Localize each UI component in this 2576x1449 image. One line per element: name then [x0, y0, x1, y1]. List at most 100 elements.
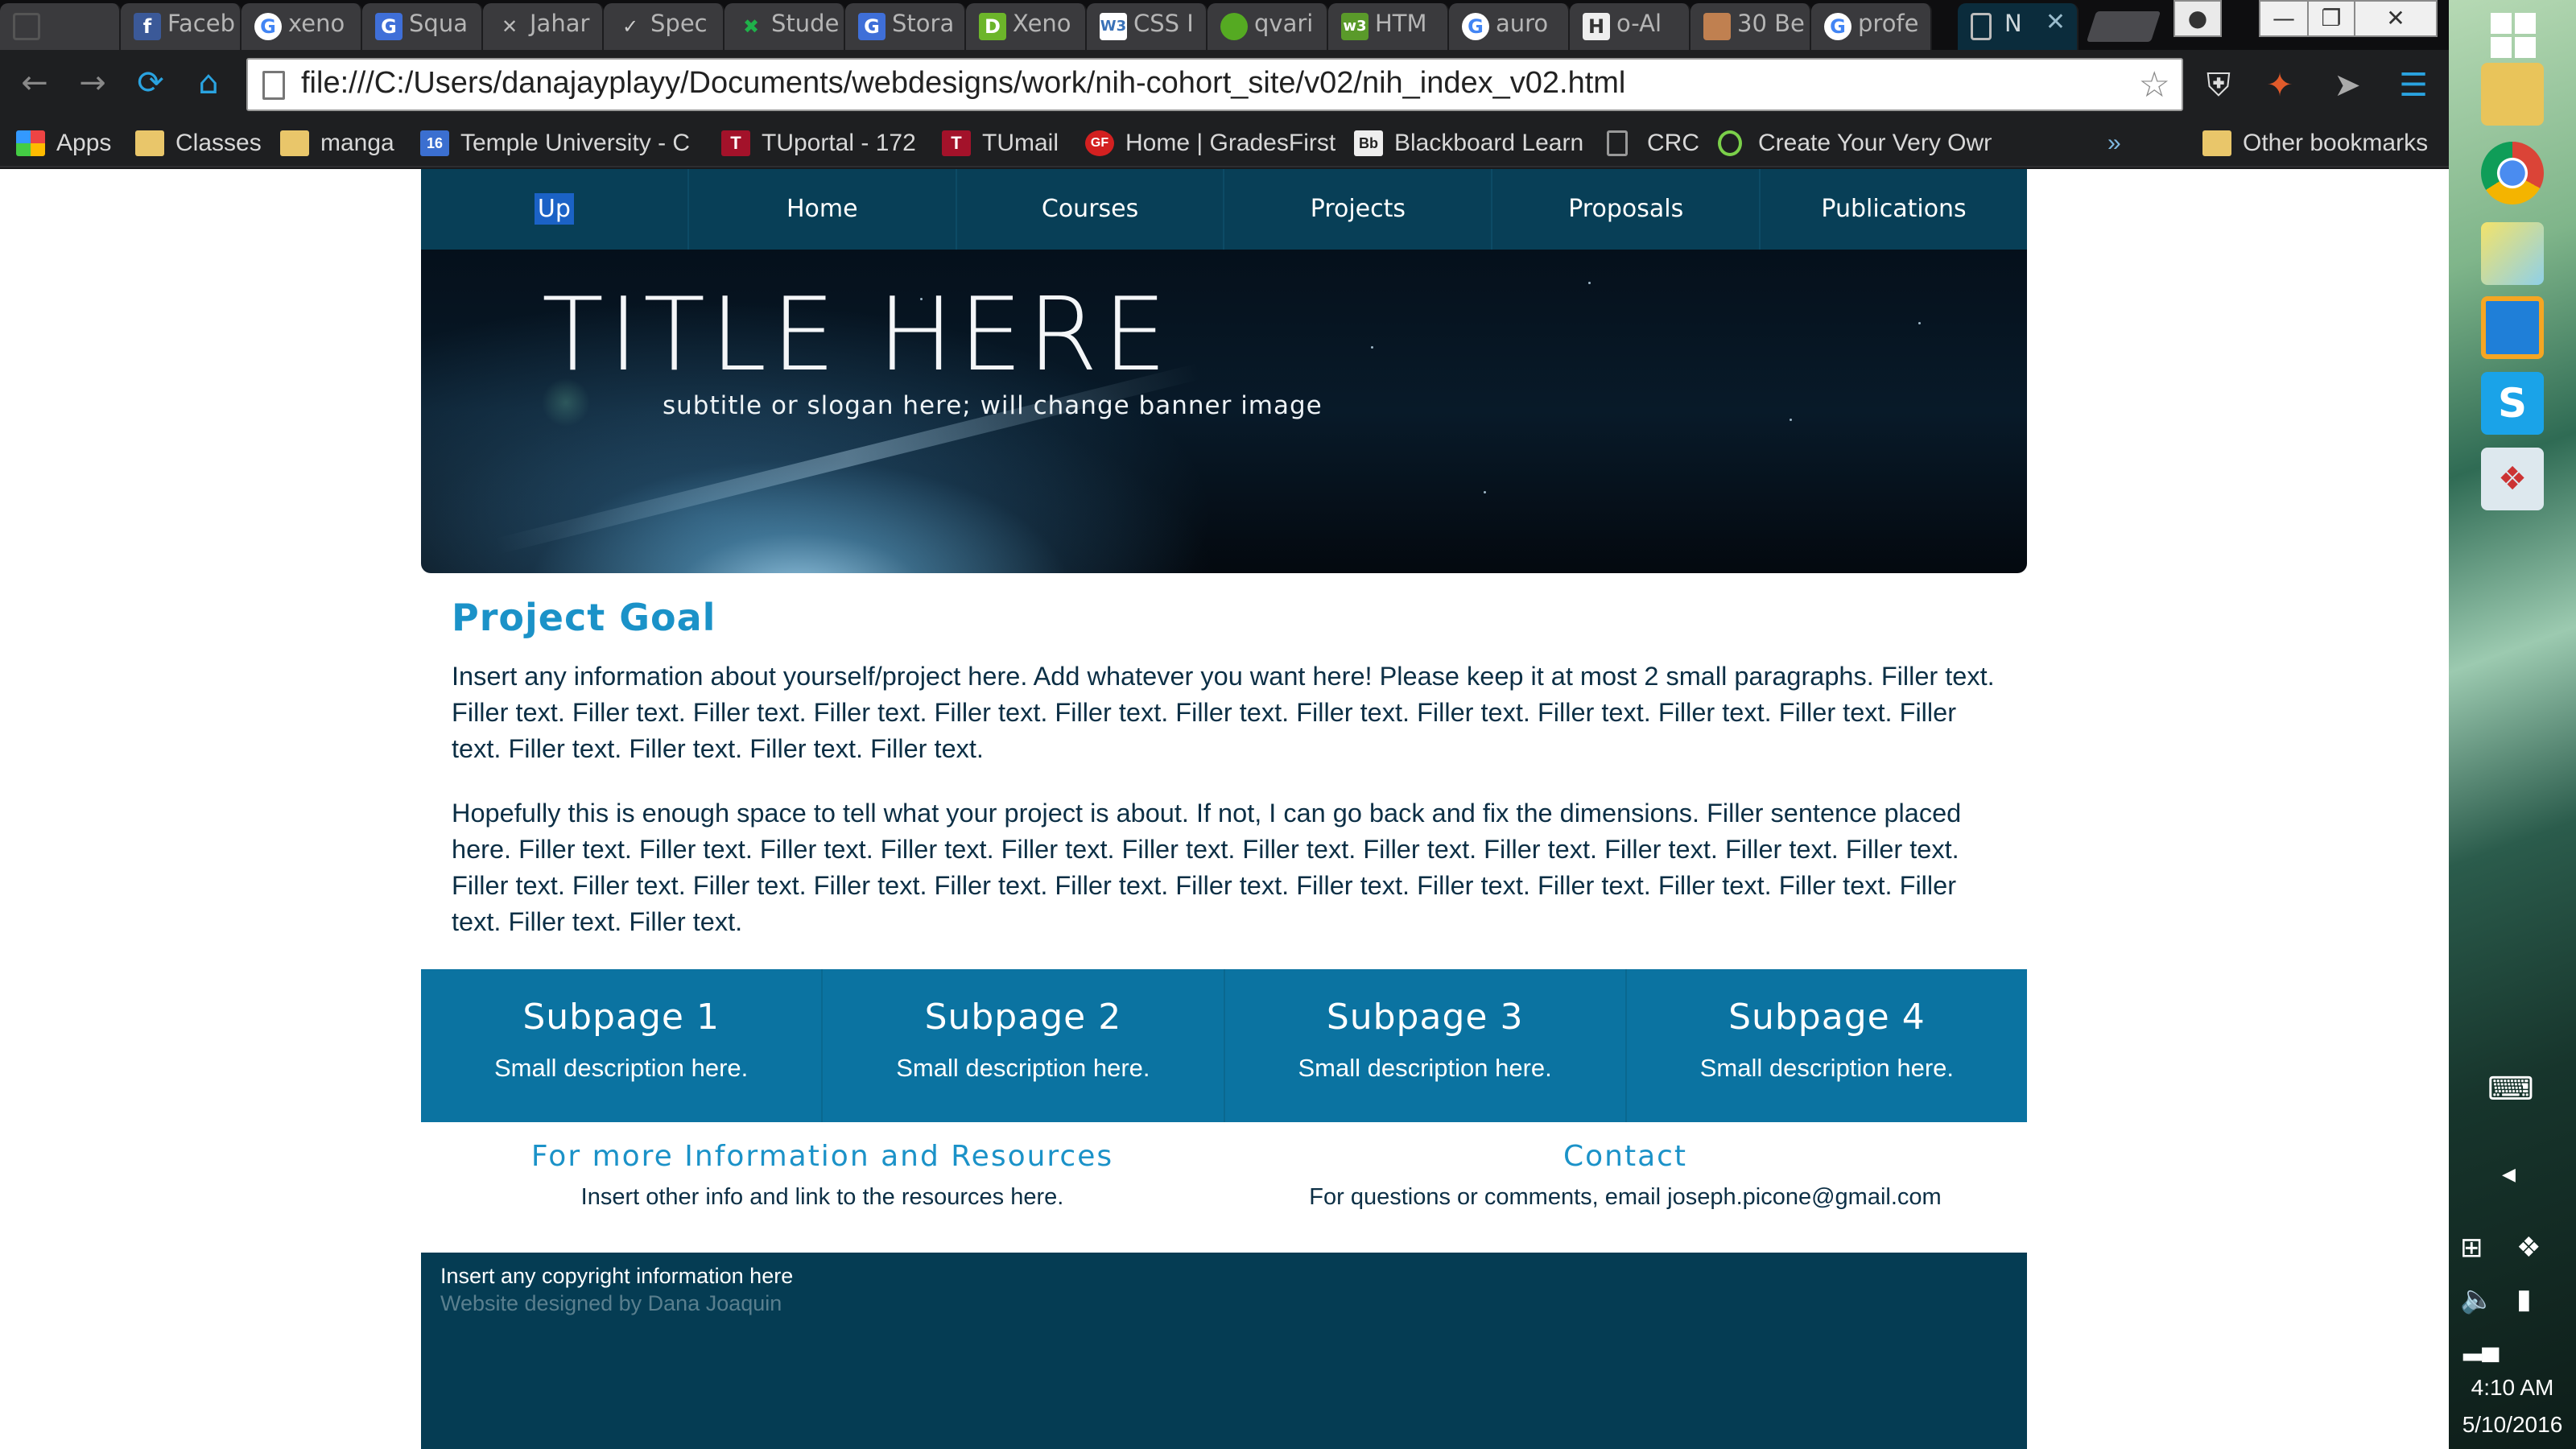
browser-tab[interactable]: G profe	[1811, 3, 1932, 50]
site-footer: Insert any copyright information here We…	[421, 1253, 2027, 1449]
windows-small-icon[interactable]: ⊞	[2460, 1232, 2483, 1264]
browser-tab[interactable]: G xeno	[242, 3, 362, 50]
forward-arrow-icon[interactable]: →	[72, 63, 113, 103]
windows-start-icon[interactable]	[2491, 13, 2536, 58]
paint-palette-icon[interactable]: ❖	[2481, 448, 2544, 510]
resources-section: For more Information and Resources Inser…	[421, 1140, 1224, 1211]
banner-star	[1790, 419, 1792, 421]
browser-tab[interactable]: G Stora	[845, 3, 966, 50]
clock-time[interactable]: 4:10 AM	[2449, 1375, 2576, 1401]
subpage-card-3[interactable]: Subpage 3 Small description here.	[1225, 969, 1627, 1122]
chrome-icon[interactable]	[2481, 142, 2544, 204]
hero-banner: TITLE HERE subtitle or slogan here; will…	[421, 250, 2027, 573]
clock-date[interactable]: 5/10/2016	[2449, 1412, 2576, 1438]
nav-publications[interactable]: Publications	[1761, 169, 2027, 250]
browser-tab[interactable]: w3 HTM	[1328, 3, 1449, 50]
nav-home[interactable]: Home	[689, 169, 957, 250]
project-goal-heading: Project Goal	[452, 596, 716, 639]
restore-button[interactable]: ❐	[2307, 0, 2355, 37]
pin-extension-icon[interactable]: ➤	[2326, 64, 2368, 106]
footer-designer-credit: Website designed by Dana Joaquin	[440, 1291, 782, 1315]
volume-icon[interactable]: 🔈	[2460, 1283, 2494, 1315]
temple-t-icon: T	[942, 130, 971, 156]
browser-tab[interactable]: qvari	[1208, 3, 1328, 50]
sticky-notes-icon[interactable]	[2481, 222, 2544, 285]
new-tab-button[interactable]	[2086, 11, 2161, 42]
home-icon[interactable]: ⌂	[188, 63, 229, 103]
close-window-button[interactable]: ✕	[2354, 0, 2438, 37]
bookmark-blackboard[interactable]: Bb Blackboard Learn	[1354, 126, 1583, 161]
subpage-card-4[interactable]: Subpage 4 Small description here.	[1627, 969, 2027, 1122]
nav-proposals[interactable]: Proposals	[1492, 169, 1761, 250]
file-explorer-icon[interactable]	[2481, 63, 2544, 126]
bookmark-crc[interactable]: CRC	[1607, 126, 1699, 161]
browser-tab[interactable]: G Squa	[362, 3, 483, 50]
bookmark-temple-university[interactable]: 16 Temple University - C	[420, 126, 694, 161]
bookmark-gradesfirst[interactable]: GF Home | GradesFirst	[1085, 126, 1335, 161]
blackboard-icon: Bb	[1354, 130, 1383, 156]
green-x-icon: ✖	[742, 15, 760, 38]
shield-extension-icon[interactable]: ⛨	[2198, 64, 2240, 106]
subpage-description: Small description here.	[896, 1054, 1150, 1082]
url-text[interactable]: file:///C:/Users/danajayplayy/Documents/…	[301, 66, 1625, 101]
browser-tab[interactable]: W3 CSS I	[1087, 3, 1208, 50]
browser-tab[interactable]: ✕ Jahar	[483, 3, 604, 50]
check-icon: ✓	[621, 15, 639, 38]
folder-icon	[2202, 130, 2231, 156]
browser-tab-active[interactable]: N ✕	[1958, 3, 2079, 50]
contact-heading[interactable]: Contact	[1224, 1140, 2027, 1173]
bookmark-manga[interactable]: manga	[280, 126, 394, 161]
browser-tab[interactable]: G auro	[1449, 3, 1570, 50]
address-bar[interactable]: file:///C:/Users/danajayplayy/Documents/…	[246, 58, 2183, 111]
calendar-icon: 16	[420, 130, 449, 156]
h-icon: H	[1583, 13, 1610, 40]
project-goal-paragraph-1: Insert any information about yourself/pr…	[452, 662, 1995, 763]
close-tab-icon[interactable]: ✕	[2046, 8, 2066, 36]
skype-icon[interactable]: S	[2481, 372, 2544, 435]
bookmark-create-your-very-own[interactable]: Create Your Very Own	[1718, 126, 1992, 161]
keyboard-icon[interactable]: ⌨	[2487, 1071, 2534, 1108]
menu-icon[interactable]: ☰	[2392, 64, 2434, 106]
minimize-button[interactable]: —	[2259, 0, 2309, 37]
bookmarks-bar: Apps Classes manga 16 Temple University …	[0, 119, 2449, 167]
dropbox-icon[interactable]: ❖	[2516, 1232, 2541, 1264]
bookmark-classes[interactable]: Classes	[135, 126, 262, 161]
nav-courses[interactable]: Courses	[957, 169, 1225, 250]
bookmark-star-icon[interactable]: ☆	[2139, 64, 2170, 105]
nav-projects[interactable]: Projects	[1224, 169, 1493, 250]
bookmark-tuportal[interactable]: T TUportal - 172	[721, 126, 916, 161]
gradient-g-icon: G	[375, 13, 402, 40]
rocket-extension-icon[interactable]: ✦	[2259, 64, 2301, 106]
browser-tab[interactable]	[0, 3, 121, 50]
browser-tab[interactable]: ✖ Stude	[724, 3, 845, 50]
browser-tab[interactable]: ✓ Spec	[604, 3, 724, 50]
bookmark-tumail[interactable]: T TUmail	[942, 126, 1059, 161]
reload-icon[interactable]: ⟳	[130, 63, 171, 103]
subpage-title: Subpage 2	[924, 997, 1122, 1038]
back-arrow-icon[interactable]: ←	[14, 63, 55, 103]
subpage-card-2[interactable]: Subpage 2 Small description here.	[823, 969, 1225, 1122]
wifi-signal-icon[interactable]: ▂▄	[2463, 1333, 2499, 1361]
subpage-description: Small description here.	[1699, 1054, 1955, 1082]
bookmark-apps[interactable]: Apps	[16, 126, 111, 161]
chevron-left-icon[interactable]: ◀	[2502, 1164, 2516, 1185]
folder-icon	[280, 130, 309, 156]
nav-up[interactable]: Up	[421, 169, 689, 250]
outlook-icon[interactable]	[2481, 296, 2544, 359]
x-icon: ✕	[501, 15, 518, 38]
other-bookmarks[interactable]: Other bookmarks	[2202, 126, 2428, 161]
browser-tab[interactable]: H o-Al	[1570, 3, 1690, 50]
browser-tab[interactable]: D Xeno	[966, 3, 1087, 50]
subpage-card-1[interactable]: Subpage 1 Small description here.	[421, 969, 824, 1122]
page-icon	[1971, 13, 1992, 40]
banner-star	[1371, 346, 1373, 349]
bookmarks-overflow-chevron[interactable]: »	[2107, 126, 2121, 161]
browser-tab[interactable]: 30 Be	[1690, 3, 1811, 50]
avatar-icon	[1703, 13, 1731, 40]
user-profile-button[interactable]: ●	[2174, 0, 2222, 37]
battery-icon[interactable]: ▮	[2516, 1283, 2532, 1315]
resources-heading[interactable]: For more Information and Resources	[421, 1140, 1224, 1173]
browser-tab[interactable]: f Faceb	[121, 3, 242, 50]
temple-t-icon: T	[721, 130, 750, 156]
google-icon: G	[1824, 13, 1852, 40]
